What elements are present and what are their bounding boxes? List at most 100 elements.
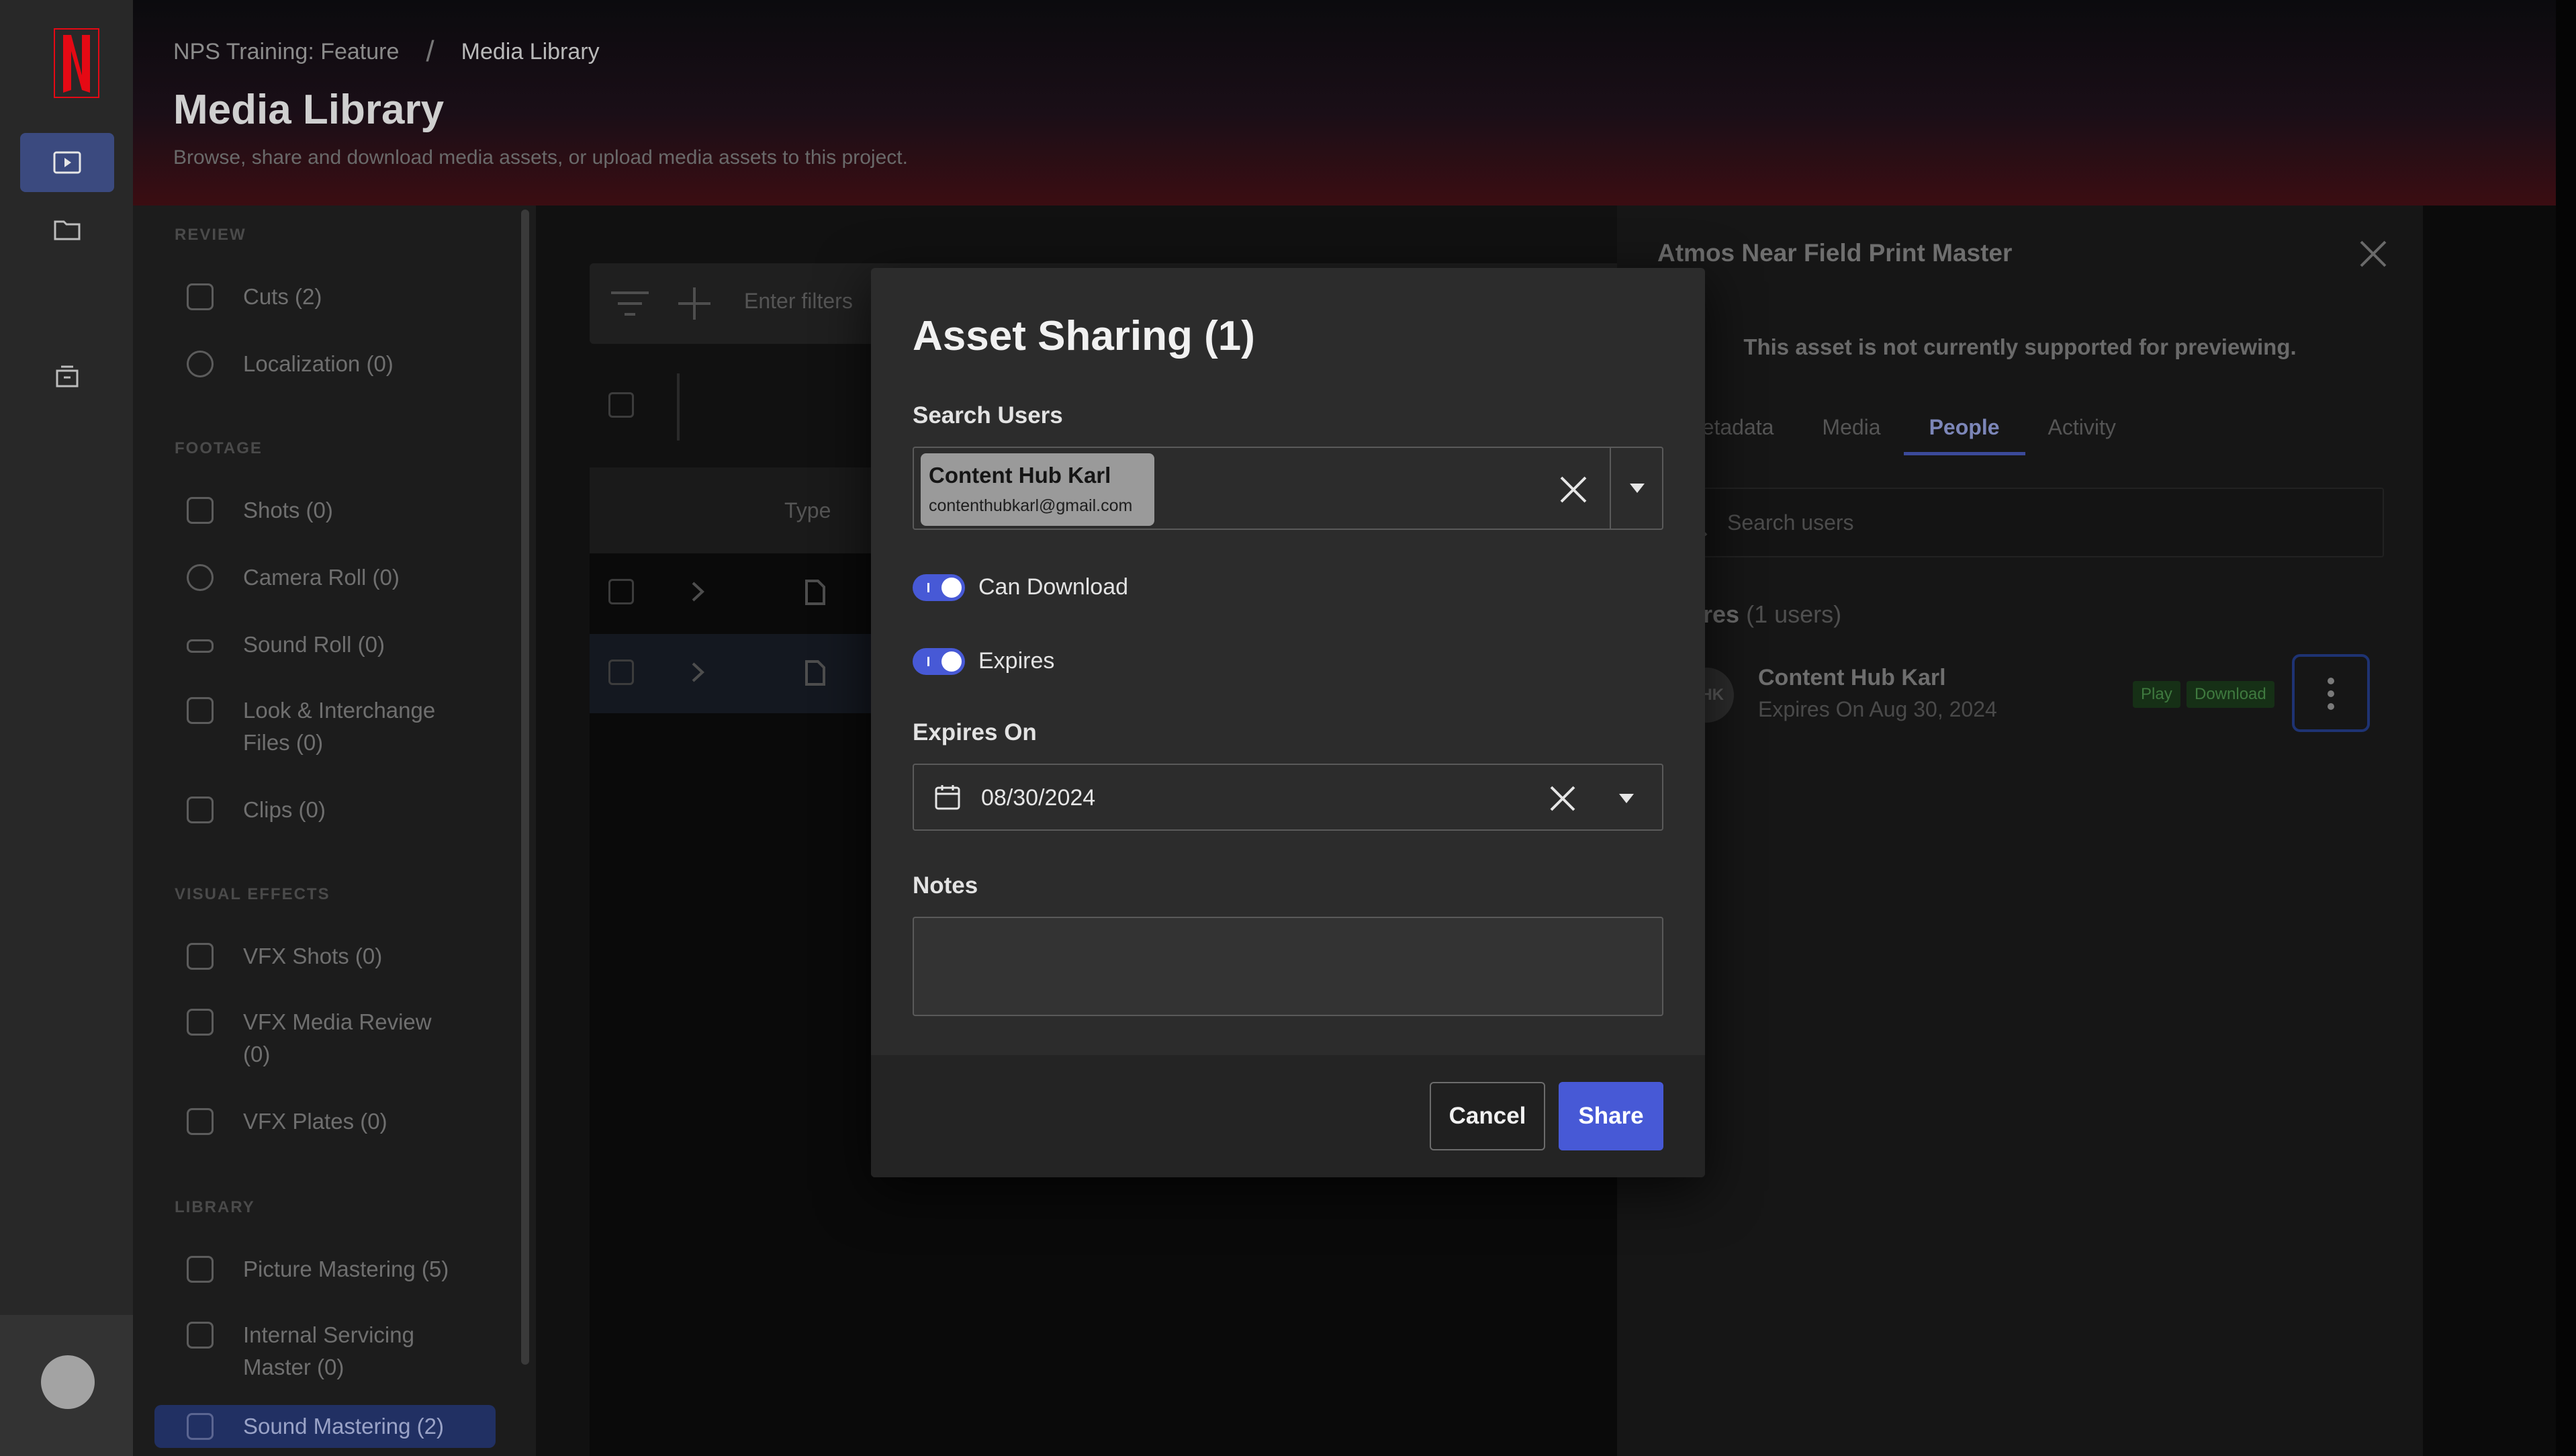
page-title: Media Library — [173, 87, 445, 133]
library-sidebar: REVIEW Cuts (2) Localization (0) FOOTAGE… — [133, 206, 536, 1456]
clips-icon — [187, 797, 214, 823]
expires-toggle[interactable] — [913, 648, 965, 675]
asset-sharing-dialog: Asset Sharing (1) Search Users Content H… — [871, 268, 1705, 1177]
camera-roll-icon — [187, 564, 214, 591]
share-user-name: Content Hub Karl — [1758, 665, 1946, 690]
toggle-on-mark — [927, 583, 929, 592]
tab-people[interactable]: People — [1903, 415, 2025, 455]
share-button[interactable]: Share — [1559, 1082, 1663, 1150]
cuts-icon — [187, 283, 214, 310]
sidebar-item-vfx-media-review[interactable]: VFX Media Review (0) — [187, 1006, 502, 1071]
notes-textarea[interactable] — [913, 917, 1663, 1016]
sidebar-item-sound-roll[interactable]: Sound Roll (0) — [187, 629, 502, 661]
rail-media-library-button[interactable] — [20, 133, 114, 192]
chevron-down-icon[interactable] — [1628, 482, 1646, 495]
file-icon — [805, 660, 825, 686]
selected-user-chip[interactable]: Content Hub Karl contenthubkarl@gmail.co… — [921, 453, 1154, 526]
dialog-footer: Cancel Share — [871, 1055, 1705, 1177]
globe-icon — [187, 351, 214, 377]
toggle-knob — [941, 578, 962, 598]
can-download-toggle[interactable] — [913, 574, 965, 601]
sidebar-item-camera-roll[interactable]: Camera Roll (0) — [187, 561, 502, 594]
expand-chevron-icon[interactable] — [690, 661, 706, 684]
sidebar-item-internal-servicing[interactable]: Internal Servicing Master (0) — [187, 1319, 502, 1383]
chevron-down-icon[interactable] — [1618, 792, 1635, 805]
share-expiry: Expires On Aug 30, 2024 — [1758, 697, 1997, 721]
shots-icon — [187, 497, 214, 524]
page-scrollbar[interactable] — [2556, 0, 2576, 1456]
calendar-icon[interactable] — [934, 784, 961, 811]
sidebar-item-localization[interactable]: Localization (0) — [187, 348, 502, 380]
user-avatar[interactable] — [41, 1355, 95, 1409]
cancel-button[interactable]: Cancel — [1430, 1082, 1545, 1150]
tab-media[interactable]: Media — [1822, 415, 1880, 455]
share-options-button[interactable] — [2292, 654, 2370, 732]
page-subtitle: Browse, share and download media assets,… — [173, 146, 908, 169]
column-type[interactable]: Type — [784, 498, 831, 523]
monitor-icon — [187, 1322, 214, 1349]
archive-icon — [56, 365, 79, 388]
sidebar-item-picture-mastering[interactable]: Picture Mastering (5) — [187, 1253, 502, 1285]
combobox-divider — [1610, 448, 1611, 529]
expires-label: Expires — [978, 648, 1055, 674]
play-permission-badge: Play — [2133, 681, 2180, 708]
sound-roll-icon — [187, 639, 214, 653]
rail-folder-button[interactable] — [20, 200, 114, 259]
vfx-plates-icon — [187, 1108, 214, 1135]
look-files-icon — [187, 697, 214, 724]
clear-users-icon[interactable] — [1557, 473, 1590, 506]
close-drawer-icon[interactable] — [2358, 239, 2388, 269]
filter-input[interactable]: Enter filters — [744, 289, 853, 314]
download-permission-badge: Download — [2187, 681, 2274, 708]
selected-user-email: contenthubkarl@gmail.com — [929, 496, 1133, 515]
toggle-on-mark — [927, 657, 929, 666]
can-download-label: Can Download — [978, 574, 1129, 600]
drawer-search-users[interactable]: Search users — [1659, 488, 2384, 557]
more-vertical-icon — [2328, 678, 2334, 710]
drawer-search-placeholder: Search users — [1727, 510, 1854, 535]
sidebar-item-cuts[interactable]: Cuts (2) — [187, 281, 502, 313]
row-checkbox[interactable] — [608, 579, 634, 604]
expires-date-picker[interactable]: 08/30/2024 — [913, 764, 1663, 831]
sidebar-section-library: LIBRARY — [175, 1198, 255, 1216]
row-checkbox[interactable] — [608, 659, 634, 685]
vfx-shots-icon — [187, 943, 214, 970]
rail-archive-button[interactable] — [20, 347, 114, 406]
vfx-review-icon — [187, 1009, 214, 1036]
search-users-combobox[interactable]: Content Hub Karl contenthubkarl@gmail.co… — [913, 447, 1663, 530]
breadcrumb-project[interactable]: NPS Training: Feature — [173, 39, 399, 65]
breadcrumb-separator: / — [426, 35, 434, 68]
breadcrumb: NPS Training: Feature / Media Library — [173, 35, 600, 69]
expires-on-label: Expires On — [913, 719, 1037, 745]
dialog-title: Asset Sharing (1) — [913, 313, 1255, 359]
sidebar-item-vfx-plates[interactable]: VFX Plates (0) — [187, 1105, 502, 1138]
sidebar-scrollbar[interactable] — [521, 210, 529, 1365]
clear-date-icon[interactable] — [1548, 784, 1577, 813]
sidebar-item-clips[interactable]: Clips (0) — [187, 794, 502, 826]
folder-icon — [54, 220, 81, 240]
preview-unsupported-note: This asset is not currently supported fo… — [1743, 334, 2297, 359]
select-all-checkbox[interactable] — [608, 392, 634, 418]
sidebar-item-vfx-shots[interactable]: VFX Shots (0) — [187, 940, 502, 972]
sidebar-item-sound-mastering[interactable]: Sound Mastering (2) — [154, 1405, 496, 1448]
add-filter-icon[interactable] — [677, 286, 712, 321]
file-icon — [805, 580, 825, 605]
sidebar-section-visual-effects: VISUAL EFFECTS — [175, 885, 330, 903]
netflix-logo-icon[interactable] — [54, 28, 99, 98]
notes-label: Notes — [913, 872, 978, 899]
search-users-label: Search Users — [913, 402, 1063, 428]
rail-footer — [0, 1315, 133, 1456]
page-header: NPS Training: Feature / Media Library Me… — [133, 0, 2556, 206]
sidebar-item-look-interchange[interactable]: Look & Interchange Files (0) — [187, 694, 502, 759]
tab-activity[interactable]: Activity — [2048, 415, 2116, 455]
sidebar-item-shots[interactable]: Shots (0) — [187, 494, 502, 527]
expand-chevron-icon[interactable] — [690, 580, 706, 603]
selected-user-name: Content Hub Karl — [929, 463, 1111, 488]
media-library-icon — [53, 151, 81, 174]
shares-count: (1 users) — [1746, 600, 1842, 628]
drawer-title: Atmos Near Field Print Master — [1657, 239, 2013, 267]
nav-rail — [0, 0, 133, 1456]
filter-icon[interactable] — [610, 290, 650, 317]
toggle-knob — [941, 651, 962, 672]
asset-details-drawer: Atmos Near Field Print Master This asset… — [1617, 206, 2423, 1456]
